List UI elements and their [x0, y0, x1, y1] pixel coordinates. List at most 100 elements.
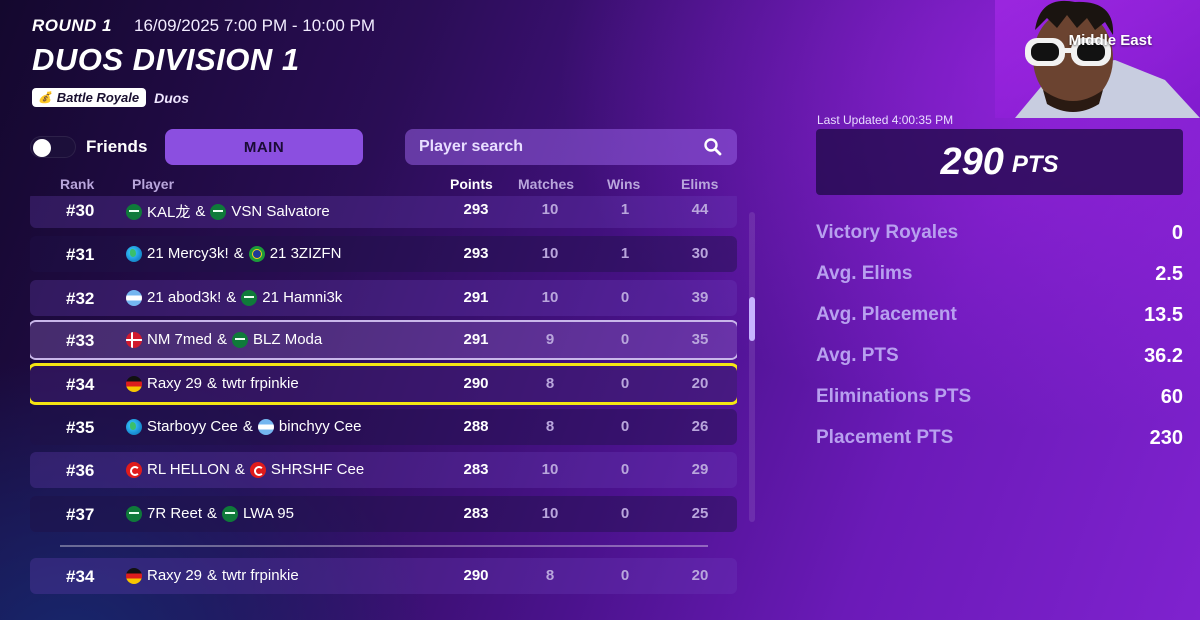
- stat-row: Avg. Placement 13.5: [816, 302, 1183, 343]
- column-matches[interactable]: Matches: [518, 176, 574, 192]
- player-name[interactable]: binchyy Cee: [279, 418, 362, 435]
- leaderboard-scrollbar[interactable]: [749, 212, 755, 522]
- matches-cell: 8: [545, 418, 555, 435]
- table-row[interactable]: #36 RL HELLON & SHRSHF Cee 283 10 0 29: [30, 452, 737, 488]
- tab-main[interactable]: MAIN: [165, 129, 363, 165]
- matches-cell: 10: [541, 289, 559, 306]
- matches-cell: 9: [545, 331, 555, 348]
- wins-cell: 0: [620, 375, 630, 392]
- player-name[interactable]: VSN Salvatore: [231, 203, 329, 220]
- table-row[interactable]: #33 NM 7med & BLZ Moda 291 9 0 35: [30, 322, 737, 358]
- player-name[interactable]: Starboyy Cee: [147, 418, 238, 435]
- player-cell: KAL龙 & VSN Salvatore: [126, 201, 330, 222]
- player-separator: &: [195, 203, 206, 220]
- player-separator: &: [207, 567, 218, 584]
- table-row[interactable]: #30 KAL龙 & VSN Salvatore 293 10 1 44: [30, 196, 737, 228]
- stat-row: Avg. Elims 2.5: [816, 261, 1183, 302]
- player-name[interactable]: Raxy 29: [147, 567, 202, 584]
- stat-label: Victory Royales: [816, 222, 959, 243]
- table-row[interactable]: #37 7R Reet & LWA 95 283 10 0 25: [30, 496, 737, 532]
- region-label: Middle East: [1068, 32, 1152, 49]
- mode-type-label: Duos: [154, 89, 190, 106]
- column-rank[interactable]: Rank: [60, 176, 94, 192]
- wins-cell: 1: [620, 245, 630, 262]
- wins-cell: 0: [620, 505, 630, 522]
- table-row[interactable]: #35 Starboyy Cee & binchyy Cee 288 8 0 26: [30, 409, 737, 445]
- points-cell: 290: [463, 375, 489, 392]
- player-search-field[interactable]: Player search: [405, 129, 737, 165]
- elims-cell: 26: [691, 418, 709, 435]
- wins-cell: 0: [620, 418, 630, 435]
- player-cell: RL HELLON & SHRSHF Cee: [126, 461, 364, 478]
- flag-globe-icon: [126, 245, 142, 262]
- column-player[interactable]: Player: [132, 176, 174, 192]
- player-avatar: Middle East: [995, 0, 1200, 118]
- elims-cell: 39: [691, 289, 709, 306]
- points-cell: 293: [463, 201, 489, 218]
- points-cell: 291: [463, 331, 489, 348]
- points-cell: 288: [463, 418, 489, 435]
- table-row[interactable]: #31 21 Mercy3k! & 21 3ZIZFN 293 10 1 30: [30, 236, 737, 272]
- player-cell: Raxy 29 & twtr frpinkie: [126, 567, 299, 584]
- player-name[interactable]: Raxy 29: [147, 375, 202, 392]
- stat-label: Eliminations PTS: [816, 386, 972, 407]
- wins-cell: 0: [620, 461, 630, 478]
- stat-row: Eliminations PTS 60: [816, 384, 1183, 425]
- elims-cell: 29: [691, 461, 709, 478]
- player-cell: 21 abod3k! & 21 Hamni3k: [126, 289, 342, 306]
- stat-label: Avg. PTS: [816, 345, 899, 366]
- stat-label: Avg. Elims: [816, 263, 913, 284]
- player-name[interactable]: twtr frpinkie: [222, 567, 299, 584]
- player-name[interactable]: NM 7med: [147, 331, 212, 348]
- player-separator: &: [226, 289, 237, 306]
- player-name[interactable]: LWA 95: [243, 505, 294, 522]
- table-row[interactable]: #34 Raxy 29 & twtr frpinkie 290 8 0 20: [30, 366, 737, 402]
- table-row[interactable]: #34 Raxy 29 & twtr frpinkie 290 8 0 20: [30, 558, 737, 594]
- player-name[interactable]: BLZ Moda: [253, 331, 322, 348]
- mode-badge-label: Battle Royale: [56, 90, 140, 105]
- player-name[interactable]: 7R Reet: [147, 505, 202, 522]
- player-name[interactable]: RL HELLON: [147, 461, 230, 478]
- stat-value: 0: [1171, 222, 1183, 244]
- flag-de-icon: [126, 375, 142, 392]
- player-separator: &: [207, 375, 218, 392]
- flag-tr-icon: [249, 461, 266, 478]
- flag-sa-icon: [126, 203, 142, 220]
- friends-toggle[interactable]: [30, 136, 76, 158]
- leaderboard-list[interactable]: #30 KAL龙 & VSN Salvatore 293 10 1 44 #31 21 Mercy…: [30, 196, 737, 536]
- player-name[interactable]: KAL龙: [147, 201, 190, 222]
- player-name[interactable]: 21 3ZIZFN: [270, 245, 342, 262]
- column-wins[interactable]: Wins: [607, 176, 640, 192]
- wins-cell: 0: [620, 331, 630, 348]
- stats-list: Victory Royales 0 Avg. Elims 2.5 Avg. Placem…: [816, 220, 1183, 466]
- player-name[interactable]: 21 abod3k!: [147, 289, 221, 306]
- search-placeholder: Player search: [419, 138, 524, 155]
- table-row[interactable]: #32 21 abod3k! & 21 Hamni3k 291 10 0 39: [30, 280, 737, 316]
- flag-sa-icon: [210, 203, 227, 220]
- character-portrait-icon: [995, 0, 1200, 118]
- player-separator: &: [207, 505, 218, 522]
- friends-filter[interactable]: Friends: [30, 136, 147, 158]
- last-updated-label: Last Updated 4:00:35 PM: [817, 113, 954, 127]
- matches-cell: 10: [541, 201, 559, 218]
- search-icon[interactable]: [703, 137, 723, 157]
- player-name[interactable]: twtr frpinkie: [222, 375, 299, 392]
- flag-sa-icon: [241, 289, 258, 306]
- player-cell: 7R Reet & LWA 95: [126, 505, 294, 522]
- flag-globe-icon: [126, 418, 142, 435]
- player-name[interactable]: SHRSHF Cee: [271, 461, 364, 478]
- rank-cell: #33: [66, 331, 95, 350]
- flag-ar-icon: [126, 289, 142, 306]
- round-label: ROUND 1: [32, 16, 113, 35]
- stat-label: Avg. Placement: [816, 304, 957, 325]
- player-name[interactable]: 21 Hamni3k: [262, 289, 342, 306]
- stat-value: 230: [1149, 427, 1183, 449]
- scrollbar-thumb[interactable]: [749, 297, 755, 341]
- player-separator: &: [234, 461, 245, 478]
- flag-sa-icon: [222, 505, 239, 522]
- flag-sa-icon: [126, 505, 142, 522]
- stat-row: Placement PTS 230: [816, 425, 1183, 466]
- player-name[interactable]: 21 Mercy3k!: [147, 245, 229, 262]
- column-points[interactable]: Points: [450, 176, 493, 192]
- column-elims[interactable]: Elims: [681, 176, 718, 192]
